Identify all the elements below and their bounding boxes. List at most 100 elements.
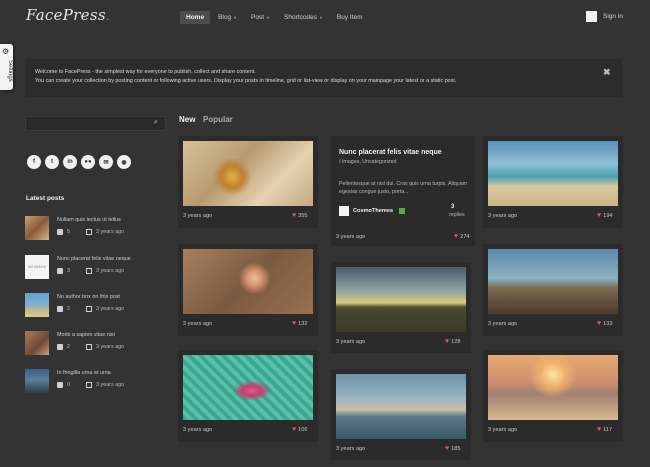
like-button[interactable]: ♥ 106: [292, 426, 308, 433]
post-image[interactable]: [183, 355, 313, 420]
post-image[interactable]: [183, 141, 313, 206]
post-card[interactable]: 3 years ago ♥ 355: [178, 136, 318, 228]
like-count: 185: [451, 445, 461, 452]
verified-badge-icon: [399, 208, 405, 214]
heart-icon: ♥: [292, 320, 297, 327]
heart-icon: ♥: [597, 212, 602, 219]
gear-icon: ⚙: [2, 47, 10, 56]
nav-buy-item[interactable]: Buy Item: [331, 11, 369, 24]
close-icon[interactable]: ✖: [603, 67, 611, 78]
no-image-label: NO IMAGE: [28, 264, 46, 269]
post-meta: 2 3 years ago: [57, 306, 124, 312]
post-title[interactable]: No author box on this post: [57, 294, 120, 300]
nav-home[interactable]: Home: [180, 11, 211, 24]
post-card[interactable]: 3 years ago ♥ 132: [178, 244, 318, 336]
nav-shortcodes[interactable]: Shortcodes ▼: [278, 11, 329, 24]
post-thumbnail[interactable]: [25, 369, 49, 393]
signin-avatar-box[interactable]: [586, 11, 597, 22]
nav-blog-label: Blog: [218, 14, 232, 21]
list-item[interactable]: NO IMAGE Nunc placerat felis vitae neque…: [25, 255, 165, 285]
post-title[interactable]: In fringilla urna et urna: [57, 370, 111, 376]
calendar-icon: [86, 268, 92, 274]
heart-icon: ♥: [454, 233, 459, 240]
nav-post[interactable]: Post ▼: [245, 11, 276, 24]
like-count: 106: [298, 426, 308, 433]
post-title[interactable]: Nunc placerat felis vitae neque: [339, 149, 442, 156]
like-button[interactable]: ♥ 185: [445, 445, 461, 452]
like-button[interactable]: ♥ 128: [445, 338, 461, 345]
logo[interactable]: FacePress.: [26, 6, 110, 24]
tab-popular[interactable]: Popular: [203, 115, 233, 124]
post-image[interactable]: [336, 267, 466, 332]
like-button[interactable]: ♥ 133: [597, 320, 613, 327]
comment-count: 2: [67, 344, 70, 350]
post-card[interactable]: 3 years ago ♥ 117: [483, 350, 623, 442]
post-title[interactable]: Nullam quis lectus ut tellus: [57, 217, 121, 223]
flickr-icon[interactable]: ●●: [81, 155, 95, 169]
nav-post-label: Post: [251, 14, 265, 21]
logo-text: FacePress: [26, 6, 106, 24]
rss-icon[interactable]: ◉: [117, 155, 131, 169]
like-button[interactable]: ♥ 274: [454, 233, 470, 240]
post-image[interactable]: [183, 249, 313, 314]
post-time: 3 years ago: [183, 321, 213, 327]
latest-posts-heading: Latest posts: [26, 195, 65, 202]
post-thumbnail[interactable]: [25, 216, 49, 240]
post-meta: 3 3 years ago: [57, 268, 124, 274]
list-item[interactable]: In fringilla urna et urna 0 3 years ago: [25, 369, 165, 399]
post-image[interactable]: [336, 374, 466, 439]
list-item[interactable]: Morbi a sapien vitae nisi 2 3 years ago: [25, 331, 165, 361]
post-categories[interactable]: / Images, Uncategorized: [339, 159, 396, 165]
signin-link[interactable]: Sign in: [603, 13, 623, 20]
post-date: 3 years ago: [96, 306, 125, 312]
like-count: 117: [603, 426, 613, 433]
post-meta: 0 3 years ago: [57, 382, 124, 388]
post-image[interactable]: [488, 141, 618, 206]
post-card[interactable]: 3 years ago ♥ 106: [178, 350, 318, 442]
post-time: 3 years ago: [183, 213, 213, 219]
post-excerpt: Pellentesque at nisl dui. Cras quis urna…: [339, 181, 468, 195]
search-input[interactable]: ⌕: [25, 116, 166, 131]
post-title[interactable]: Morbi a sapien vitae nisi: [57, 332, 115, 338]
post-image[interactable]: [488, 355, 618, 420]
nav-buy-item-label: Buy Item: [336, 14, 363, 21]
post-card[interactable]: 3 years ago ♥ 194: [483, 136, 623, 228]
facebook-icon[interactable]: f: [27, 155, 41, 169]
post-thumbnail[interactable]: [25, 293, 49, 317]
like-button[interactable]: ♥ 132: [292, 320, 308, 327]
like-button[interactable]: ♥ 355: [292, 212, 308, 219]
post-date: 3 years ago: [96, 382, 125, 388]
social-links: f t in ●● ✉ ◉: [27, 155, 131, 169]
tab-new[interactable]: New: [179, 115, 195, 124]
heart-icon: ♥: [597, 320, 602, 327]
post-title[interactable]: Nunc placerat felis vitae neque: [57, 256, 131, 262]
like-button[interactable]: ♥ 194: [597, 212, 613, 219]
comment-icon: [57, 229, 63, 235]
email-icon[interactable]: ✉: [99, 155, 113, 169]
list-item[interactable]: No author box on this post 2 3 years ago: [25, 293, 165, 323]
post-image[interactable]: [488, 249, 618, 314]
twitter-icon[interactable]: t: [45, 155, 59, 169]
post-card[interactable]: 3 years ago ♥ 128: [331, 262, 471, 353]
text-post-card[interactable]: Nunc placerat felis vitae neque / Images…: [331, 136, 475, 246]
nav-blog[interactable]: Blog ▼: [212, 11, 243, 24]
logo-dot-icon: .: [105, 9, 111, 24]
chevron-down-icon: ▼: [266, 15, 271, 20]
author-name[interactable]: CosmoThemes: [353, 208, 393, 214]
like-button[interactable]: ♥ 117: [597, 426, 612, 433]
linkedin-icon[interactable]: in: [63, 155, 77, 169]
post-date: 3 years ago: [96, 344, 125, 350]
no-image-thumbnail[interactable]: NO IMAGE: [25, 255, 49, 279]
post-thumbnail[interactable]: [25, 331, 49, 355]
list-item[interactable]: Nullam quis lectus ut tellus 5 3 years ag…: [25, 216, 165, 246]
post-time: 3 years ago: [336, 234, 366, 240]
post-card[interactable]: 3 years ago ♥ 185: [331, 369, 471, 460]
post-time: 3 years ago: [488, 213, 518, 219]
search-icon[interactable]: ⌕: [154, 119, 158, 127]
header: FacePress. Home Blog ▼ Post ▼ Shortcodes ▼ …: [0, 0, 650, 36]
like-count: 355: [298, 212, 308, 219]
author-avatar[interactable]: [339, 206, 349, 216]
post-card[interactable]: 3 years ago ♥ 133: [483, 244, 623, 336]
welcome-text-line2: You can create your collection by postin…: [35, 78, 457, 84]
post-time: 3 years ago: [336, 446, 366, 452]
